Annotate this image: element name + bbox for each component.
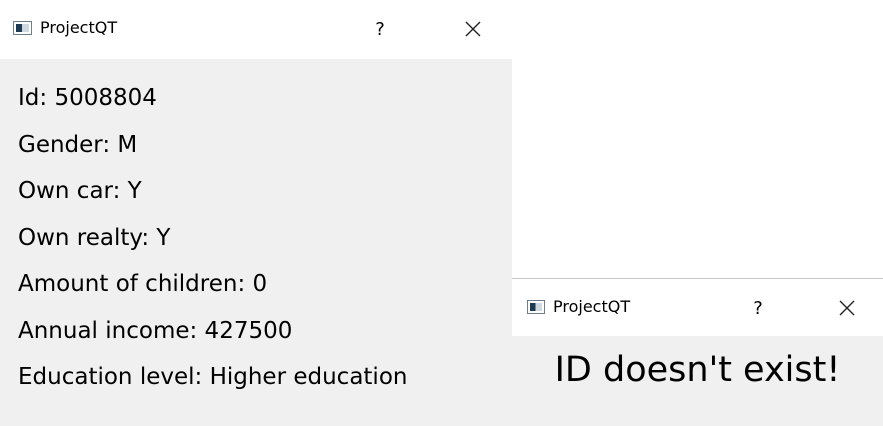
message-dialog: ProjectQT ? ID doesn't exist! (512, 278, 883, 426)
window-title: ProjectQT (40, 18, 118, 37)
detail-id: Id: 5008804 (18, 85, 157, 111)
details-content: Id: 5008804 Gender: M Own car: Y Own rea… (0, 59, 512, 426)
title-bar[interactable]: ProjectQT ? (0, 0, 512, 59)
details-list: Id: 5008804 Gender: M Own car: Y Own rea… (18, 75, 407, 401)
app-window-icon (13, 21, 32, 35)
help-button[interactable]: ? (748, 296, 768, 320)
detail-own-realty: Own realty: Y (18, 224, 171, 251)
detail-education: Education level: Higher education (18, 364, 408, 390)
detail-annual-income: Annual income: 427500 (18, 317, 293, 344)
detail-gender: Gender: M (18, 131, 138, 158)
detail-children: Amount of children: 0 (18, 271, 268, 297)
close-icon (465, 21, 481, 37)
error-message: ID doesn't exist! (554, 350, 841, 390)
close-button[interactable] (460, 16, 486, 42)
client-details-window: ProjectQT ? Id: 5008804 Gender: M Own ca… (0, 0, 512, 426)
app-window-icon (527, 300, 545, 314)
close-button[interactable] (834, 295, 860, 321)
title-bar[interactable]: ProjectQT ? (512, 279, 883, 336)
message-content: ID doesn't exist! (512, 336, 883, 426)
help-button[interactable]: ? (369, 17, 391, 41)
detail-own-car: Own car: Y (18, 178, 142, 204)
close-icon (839, 300, 855, 316)
window-title: ProjectQT (553, 297, 631, 316)
